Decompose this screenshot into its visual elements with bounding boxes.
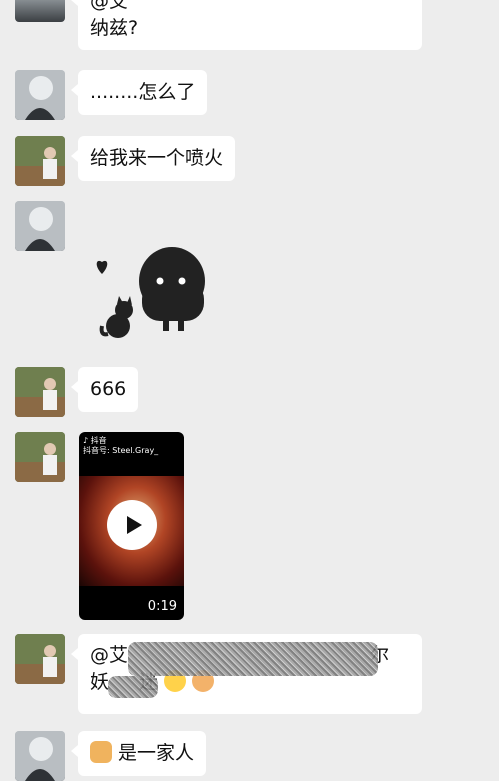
avatar[interactable]: [15, 136, 65, 186]
message-text: 纳兹?: [90, 17, 139, 39]
avatar-image: [15, 367, 65, 417]
avatar[interactable]: [15, 634, 65, 684]
message-bubble[interactable]: 666: [70, 367, 139, 412]
message-bubble[interactable]: @艾 尔 妖 迷: [71, 634, 422, 714]
redaction-mask: [128, 642, 378, 676]
message-bubble[interactable]: ........怎么了: [70, 70, 208, 115]
video-duration: 0:19: [147, 599, 177, 614]
avatar[interactable]: [15, 432, 65, 482]
message-text: 给我来一个喷火: [90, 147, 224, 169]
avatar[interactable]: [15, 70, 65, 120]
message-text: 666: [90, 378, 127, 400]
avatar-image: [15, 136, 65, 186]
video-message[interactable]: ♪ 抖音 抖音号: Steel.Gray_ 0:19: [79, 432, 184, 620]
play-icon[interactable]: [107, 500, 157, 550]
video-brand-label: 抖音: [90, 436, 107, 445]
avatar-image: [15, 634, 65, 684]
avatar-image: [15, 201, 65, 251]
video-brand: ♪ 抖音 抖音号: Steel.Gray_: [83, 436, 158, 456]
redaction-mask: [108, 676, 158, 698]
avatar[interactable]: [15, 0, 65, 22]
video-account: 抖音号: Steel.Gray_: [83, 446, 159, 455]
avatar-image: [15, 70, 65, 120]
tiktok-icon: ♪: [83, 436, 89, 445]
avatar-image: [15, 432, 65, 482]
black-cat-ghost-sticker[interactable]: [90, 236, 220, 346]
message-bubble[interactable]: @艾 纳兹?: [71, 0, 422, 50]
ok-hand-icon: [90, 741, 112, 763]
sticker-image: [96, 247, 205, 338]
message-text: ........怎么了: [90, 81, 196, 103]
message-bubble[interactable]: 给我来一个喷火: [70, 136, 236, 181]
message-text: @艾: [90, 0, 129, 12]
avatar-image: [15, 731, 65, 781]
avatar[interactable]: [15, 201, 65, 251]
message-text: 妖: [90, 671, 110, 693]
message-text: @艾: [90, 644, 129, 666]
avatar[interactable]: [15, 367, 65, 417]
message-text: 是一家人: [118, 742, 195, 764]
message-bubble[interactable]: 是一家人: [70, 731, 207, 776]
avatar[interactable]: [15, 731, 65, 781]
